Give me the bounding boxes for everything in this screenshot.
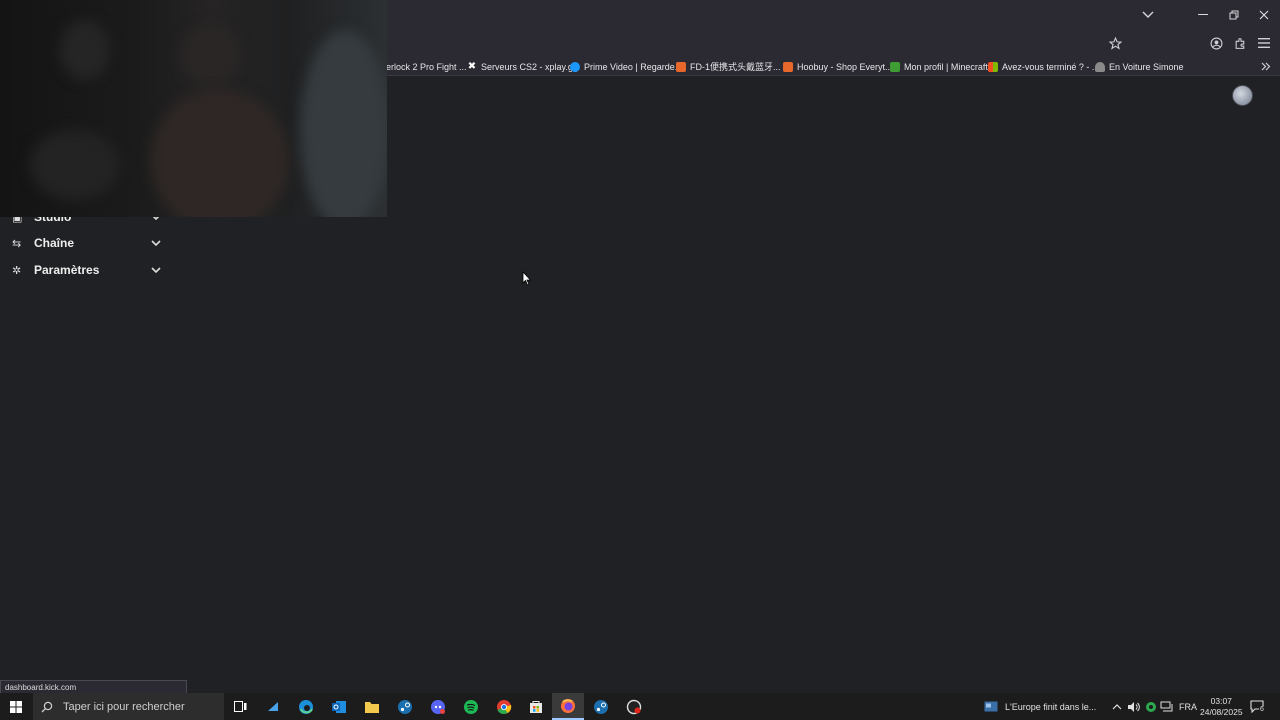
chevron-down-icon: [150, 237, 162, 249]
bookmarks-overflow-icon[interactable]: [1261, 59, 1271, 74]
bookmark-item[interactable]: ✖ Serveurs CS2 - xplay.gg: [467, 59, 578, 74]
search-icon: [41, 701, 53, 712]
news-widget[interactable]: L'Europe finit dans le...: [984, 693, 1103, 720]
microsoft-icon: [988, 61, 998, 72]
steam-icon[interactable]: [389, 693, 421, 720]
spotify-icon[interactable]: [455, 693, 487, 720]
edge-icon[interactable]: [290, 693, 322, 720]
bookmark-label: En Voiture Simone: [1109, 61, 1184, 72]
bookmark-label: erlock 2 Pro Fight ...: [386, 61, 467, 72]
bookmark-item[interactable]: Prime Video | Regarde...: [570, 59, 682, 74]
windows-start-button[interactable]: [0, 693, 32, 720]
notification-center-icon[interactable]: 6: [1250, 693, 1265, 720]
bookmark-item[interactable]: erlock 2 Pro Fight ...: [386, 59, 467, 74]
clock[interactable]: 03:07 24/08/2025: [1200, 693, 1243, 720]
notification-count: 6: [1259, 706, 1265, 713]
extensions-icon[interactable]: [1229, 32, 1251, 54]
app-tray-icon[interactable]: [1145, 693, 1157, 720]
news-icon: [984, 701, 998, 712]
recording-app-icon[interactable]: [618, 693, 650, 720]
bookmark-item[interactable]: En Voiture Simone: [1095, 59, 1184, 74]
pinned-app-icon[interactable]: [257, 693, 289, 720]
chrome-icon[interactable]: [488, 693, 520, 720]
news-headline: L'Europe finit dans le...: [1005, 701, 1097, 712]
aliexpress-icon: [676, 61, 686, 72]
bookmark-star-icon[interactable]: [1104, 32, 1126, 54]
outlook-icon[interactable]: [323, 693, 355, 720]
bookmark-label: Hoobuy - Shop Everyt...: [797, 61, 893, 72]
minecraft-icon: [890, 61, 900, 72]
sidebar-item-label: Chaîne: [34, 236, 75, 250]
restore-button[interactable]: [1219, 0, 1249, 30]
hoobuy-icon: [783, 61, 793, 72]
language-indicator[interactable]: FRA: [1179, 693, 1197, 720]
bookmark-item[interactable]: Hoobuy - Shop Everyt...: [783, 59, 893, 74]
account-icon[interactable]: [1205, 32, 1227, 54]
bookmark-label: Mon profil | Minecraft: [904, 61, 988, 72]
search-placeholder: Taper ici pour rechercher: [63, 700, 185, 713]
gear-icon: ✲: [12, 263, 22, 277]
taskbar-search-box[interactable]: Taper ici pour rechercher: [33, 693, 224, 720]
sidebar-item-label: Paramètres: [34, 263, 100, 277]
bookmark-item[interactable]: Avez-vous terminé ? - ...: [988, 59, 1099, 74]
discord-icon[interactable]: [422, 693, 454, 720]
steam-icon[interactable]: [585, 693, 617, 720]
tray-overflow-icon[interactable]: [1112, 693, 1122, 720]
clock-date: 24/08/2025: [1200, 706, 1243, 717]
mouse-cursor-icon: [522, 271, 532, 286]
bookmark-label: Prime Video | Regarde...: [584, 61, 683, 72]
volume-icon[interactable]: [1127, 693, 1140, 720]
bookmark-label: Avez-vous terminé ? - ...: [1002, 61, 1100, 72]
status-url: dashboard.kick.com: [0, 680, 187, 694]
hat-icon: [1095, 61, 1105, 72]
file-explorer-icon[interactable]: [356, 693, 388, 720]
channel-icon: ⇆: [12, 236, 22, 250]
firefox-icon[interactable]: [552, 693, 584, 720]
clock-time: 03:07: [1210, 695, 1232, 706]
sidebar-item-chaine[interactable]: ⇆ Chaîne: [12, 233, 162, 253]
bookmark-label: FD-1便携式头戴蓝牙...: [690, 62, 781, 72]
task-view-icon[interactable]: [224, 693, 256, 720]
bookmark-item[interactable]: FD-1便携式头戴蓝牙...: [676, 59, 781, 74]
tab-list-chevron-icon[interactable]: [1133, 0, 1163, 30]
minimize-button[interactable]: [1188, 0, 1218, 30]
close-button[interactable]: [1249, 0, 1279, 30]
sidebar-item-parametres[interactable]: ✲ Paramètres: [12, 260, 162, 280]
webcam-overlay[interactable]: [0, 0, 387, 217]
bookmark-item[interactable]: Mon profil | Minecraft: [890, 59, 988, 74]
chevron-down-icon: [150, 264, 162, 276]
network-icon[interactable]: [1160, 693, 1173, 720]
xplay-icon: ✖: [467, 60, 477, 72]
avatar[interactable]: [1232, 85, 1253, 106]
store-icon[interactable]: [520, 693, 552, 720]
bookmark-label: Serveurs CS2 - xplay.gg: [481, 61, 578, 72]
prime-video-icon: [570, 61, 580, 72]
menu-icon[interactable]: [1253, 32, 1275, 54]
windows-taskbar: Taper ici pour rechercher L'Europe finit: [0, 693, 1280, 720]
